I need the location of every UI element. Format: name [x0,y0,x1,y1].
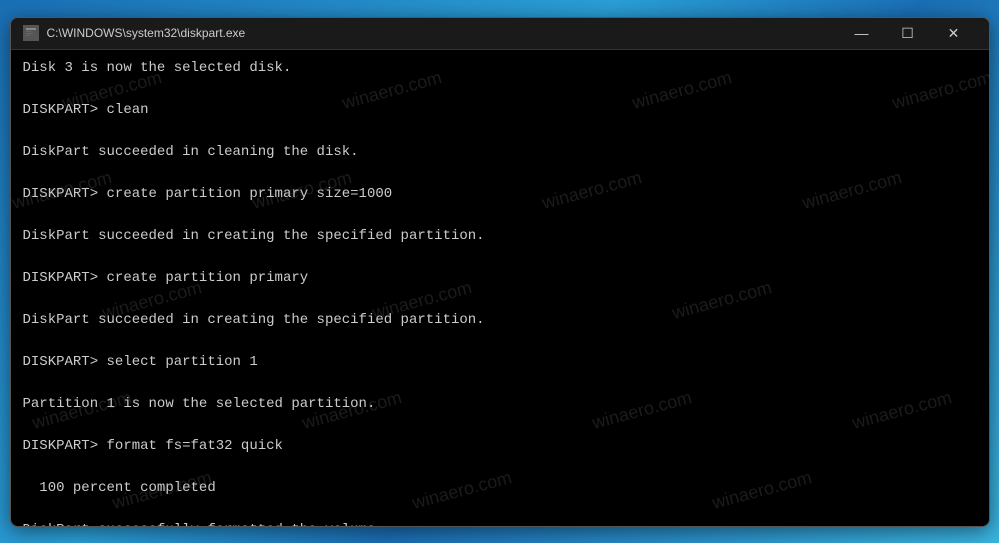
console-output: Disk 3 is now the selected disk. DISKPAR… [23,58,977,526]
console-body: winaero.comwinaero.comwinaero.comwinaero… [11,50,989,526]
maximize-button[interactable]: ☐ [885,17,931,49]
close-button[interactable]: ✕ [931,17,977,49]
window-title: C:\WINDOWS\system32\diskpart.exe [47,26,839,40]
cmd-window: C:\WINDOWS\system32\diskpart.exe — ☐ ✕ w… [10,17,990,527]
window-controls: — ☐ ✕ [839,17,977,49]
minimize-button[interactable]: — [839,17,885,49]
window-icon [23,25,39,41]
title-bar: C:\WINDOWS\system32\diskpart.exe — ☐ ✕ [11,18,989,50]
